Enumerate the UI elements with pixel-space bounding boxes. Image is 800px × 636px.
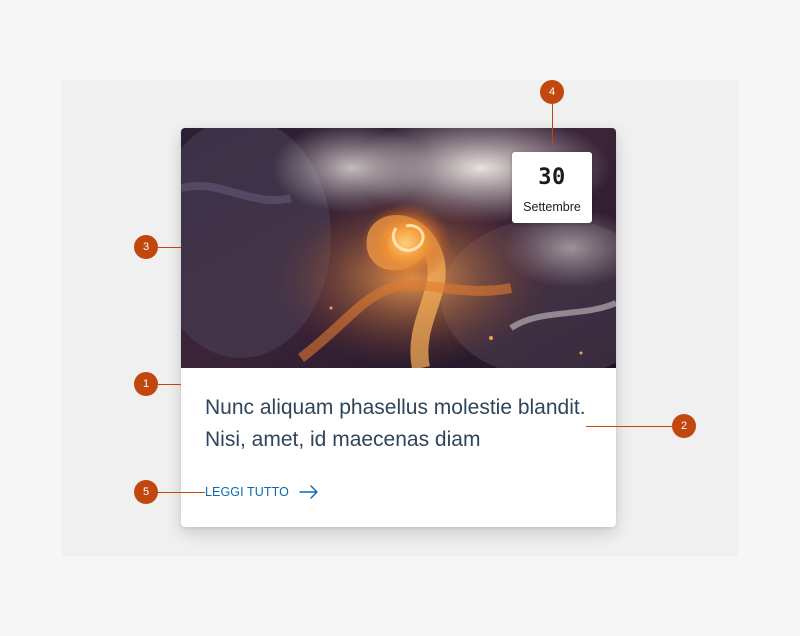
date-day: 30 <box>538 165 566 190</box>
annotation-1-leader <box>157 384 181 385</box>
annotation-marker-5: 5 <box>134 480 158 504</box>
card-title[interactable]: Nunc aliquam phasellus molestie blandit.… <box>205 392 605 456</box>
annotation-marker-3: 3 <box>134 235 158 259</box>
article-card: 30 Settembre Nunc aliquam phasellus mole… <box>181 128 616 527</box>
read-more-label: LEGGI TUTTO <box>205 485 289 499</box>
date-badge: 30 Settembre <box>512 152 592 223</box>
annotation-2-leader <box>586 426 672 427</box>
annotation-4-leader <box>552 104 553 145</box>
date-month: Settembre <box>523 200 581 214</box>
annotation-3-leader <box>157 247 181 248</box>
annotation-marker-2: 2 <box>672 414 696 438</box>
annotation-5-leader <box>157 492 205 493</box>
annotation-marker-1: 1 <box>134 372 158 396</box>
annotation-marker-4: 4 <box>540 80 564 104</box>
arrow-right-icon <box>299 485 319 499</box>
read-more-link[interactable]: LEGGI TUTTO <box>205 482 319 502</box>
